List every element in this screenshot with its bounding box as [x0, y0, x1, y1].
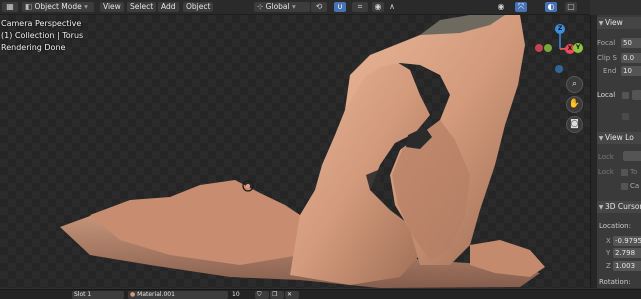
sidebar-n-panel: ▼ View Focal 50 Clip S 0.0 End 10 Local ▼…	[597, 15, 641, 288]
view-lock-panel-header[interactable]: ▼ View Lo	[597, 132, 641, 144]
3d-viewport[interactable]: Camera Perspective (1) Collection | Toru…	[0, 15, 590, 288]
cursor-y-label: Y	[606, 249, 611, 257]
gizmo-neg-y-axis[interactable]	[544, 44, 552, 52]
rotation-label: Rotation:	[599, 278, 631, 286]
render-status-label: Rendering Done	[1, 43, 66, 52]
gizmo-icon[interactable]: ⤧	[515, 2, 527, 12]
lock-object-field[interactable]	[623, 151, 641, 161]
orientation-label: Global	[265, 2, 290, 11]
render-region-checkbox[interactable]	[622, 113, 629, 120]
gizmo-z-axis[interactable]: Z	[555, 24, 565, 34]
view-perspective-label: Camera Perspective	[1, 19, 82, 28]
cursor-x-label: X	[606, 237, 611, 245]
gizmo-neg-z-axis[interactable]	[555, 65, 563, 73]
cursor-z-label: Z	[606, 262, 611, 270]
lock-to-3d-cursor-label: To	[630, 168, 638, 176]
camera-icon[interactable]: ◙	[566, 116, 583, 133]
lock-to-3d-cursor-checkbox[interactable]	[621, 169, 628, 176]
clip-start-field[interactable]: 0.0	[621, 53, 641, 63]
lock-label: Lock	[598, 168, 614, 176]
clip-start-label: Clip S	[597, 54, 617, 62]
xray-icon[interactable]: ▢	[565, 2, 577, 12]
menu-add[interactable]: Add	[158, 2, 179, 12]
chevron-down-icon: ▼	[598, 204, 604, 211]
axes-icon: ⊹	[257, 2, 266, 11]
chevron-down-icon: ▾	[292, 2, 296, 11]
gizmo-neg-x-axis[interactable]	[535, 44, 543, 52]
clip-end-label: End	[603, 67, 617, 75]
cursor-y-field[interactable]: 2.798	[613, 248, 641, 258]
proportional-edit-icon[interactable]: ◉	[372, 2, 384, 12]
pivot-icon[interactable]: ⟲	[311, 2, 327, 12]
overlay-icon[interactable]: ◐	[545, 2, 557, 12]
focal-length-field[interactable]: 50	[621, 38, 641, 48]
zoom-icon[interactable]: ⌕	[566, 76, 583, 93]
chevron-down-icon: ▼	[598, 135, 604, 142]
viewport-editor-icon[interactable]: ▦	[2, 2, 18, 12]
local-camera-label: Local	[597, 91, 616, 99]
falloff-icon[interactable]: ∧	[386, 2, 398, 12]
cursor-x-field[interactable]: -0.9795	[613, 236, 641, 246]
view-lock-title: View Lo	[605, 133, 634, 142]
navigation-gizmo[interactable]: Z X Y	[532, 21, 588, 77]
local-camera-checkbox[interactable]	[622, 92, 629, 99]
menu-view[interactable]: View	[100, 2, 124, 12]
view-panel-title: View	[605, 18, 623, 27]
lock-object-label: Lock	[598, 153, 614, 161]
rock-sculpt-render	[60, 15, 545, 288]
hand-pan-icon[interactable]: ✋	[566, 96, 583, 113]
collection-object-label: (1) Collection | Torus	[1, 31, 84, 40]
camera-to-view-checkbox[interactable]	[621, 183, 628, 190]
material-name: Material.001	[137, 291, 175, 298]
gizmo-y-axis[interactable]: Y	[573, 43, 583, 53]
focal-label: Focal	[597, 39, 616, 47]
chevron-down-icon: ▼	[598, 20, 604, 27]
camera-to-view-label: Ca	[630, 182, 640, 190]
view-panel-header[interactable]: ▼ View	[597, 17, 641, 29]
menu-select[interactable]: Select	[127, 2, 157, 12]
clip-end-field[interactable]: 10	[621, 66, 641, 76]
3d-cursor-title: 3D Cursor	[605, 202, 641, 211]
transform-orientation-dropdown[interactable]: ⊹ Global ▾	[254, 2, 310, 12]
location-label: Location:	[599, 222, 631, 230]
mode-label: Object Mode	[34, 2, 82, 11]
local-camera-picker[interactable]	[632, 90, 641, 100]
magnet-icon[interactable]: ∪	[334, 2, 346, 12]
cursor-z-field[interactable]: 1.003	[613, 261, 641, 271]
chevron-down-icon: ▾	[84, 2, 88, 11]
3d-cursor-panel-header[interactable]: ▼ 3D Cursor	[597, 201, 641, 213]
eye-icon[interactable]: ◉	[495, 2, 507, 12]
menu-object[interactable]: Object	[183, 2, 214, 12]
viewport-header: ▦ ◧ Object Mode ▾ View Select Add Object…	[0, 0, 590, 15]
snap-target-icon[interactable]: ⌗	[352, 2, 368, 12]
mode-dropdown[interactable]: ◧ Object Mode ▾	[22, 2, 94, 12]
